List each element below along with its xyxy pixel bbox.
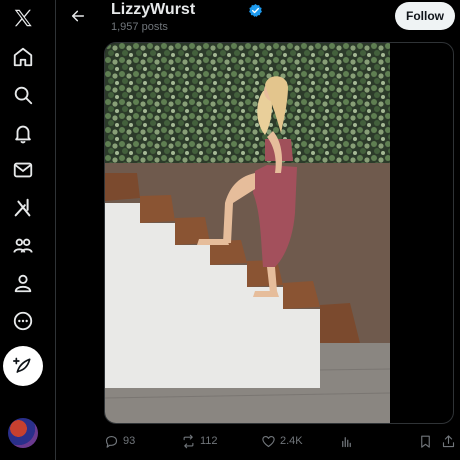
profile-header: LizzyWurst 1,957 posts Follow (57, 0, 460, 38)
grok-icon[interactable] (5, 190, 41, 226)
notifications-bell-icon[interactable] (5, 115, 41, 151)
profile-person-icon[interactable] (5, 265, 41, 301)
share-icon (442, 434, 455, 447)
views-button[interactable] (339, 430, 354, 452)
profile-name[interactable]: LizzyWurst (111, 1, 195, 19)
more-circle-icon[interactable] (5, 303, 41, 339)
heart-icon (262, 435, 275, 447)
reply-button[interactable]: 93 (104, 430, 135, 452)
like-count: 2.4K (280, 435, 303, 447)
share-button[interactable] (441, 430, 456, 452)
post-count: 1,957 posts (111, 21, 168, 33)
communities-icon[interactable] (5, 228, 41, 264)
media-frame (104, 42, 454, 424)
sidebar (0, 0, 56, 460)
post-photo[interactable] (105, 43, 390, 423)
account-avatar[interactable] (8, 418, 38, 448)
home-icon[interactable] (5, 39, 41, 75)
follow-button[interactable]: Follow (395, 2, 455, 30)
search-icon[interactable] (5, 77, 41, 113)
arrow-left-icon (71, 10, 85, 22)
views-bar-chart-icon (342, 436, 351, 447)
bookmark-button[interactable] (418, 430, 433, 452)
compose-post-button[interactable] (3, 346, 43, 386)
repost-button[interactable]: 112 (181, 430, 218, 452)
repost-count: 112 (200, 435, 218, 447)
messages-envelope-icon[interactable] (5, 152, 41, 188)
like-button[interactable]: 2.4K (261, 430, 303, 452)
reply-count: 93 (123, 435, 136, 447)
post-action-bar: 93 112 2.4K (104, 430, 456, 452)
x-logo-icon[interactable] (5, 0, 41, 36)
back-button[interactable] (65, 3, 91, 29)
repost-icon (183, 434, 194, 448)
compose-post-icon (13, 357, 31, 373)
reply-icon (105, 435, 118, 448)
bookmark-icon (421, 435, 430, 448)
verified-badge-icon (249, 3, 262, 17)
